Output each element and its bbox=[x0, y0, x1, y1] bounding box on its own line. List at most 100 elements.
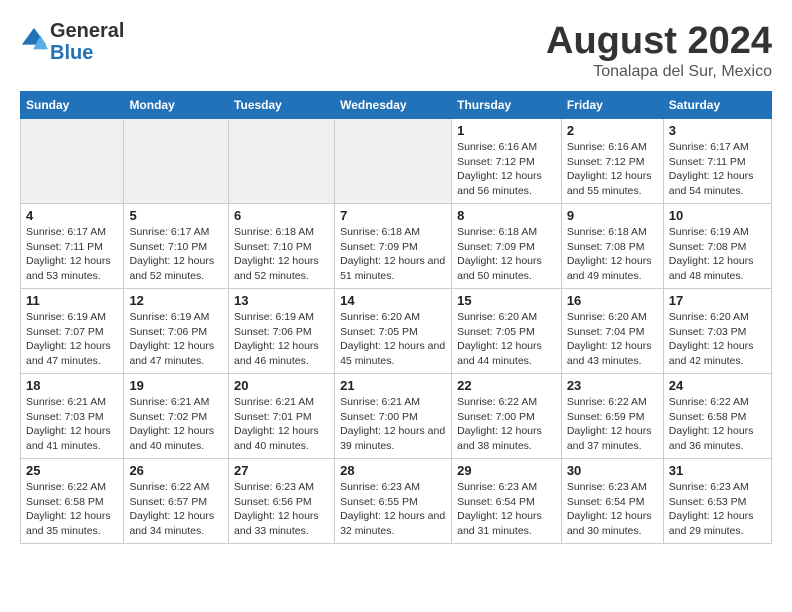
day-info: Sunrise: 6:19 AMSunset: 7:06 PMDaylight:… bbox=[234, 310, 329, 369]
calendar-cell: 23 Sunrise: 6:22 AMSunset: 6:59 PMDayligh… bbox=[561, 374, 663, 459]
weekday-header-friday: Friday bbox=[561, 92, 663, 119]
day-number: 1 bbox=[457, 123, 556, 138]
calendar-cell: 20 Sunrise: 6:21 AMSunset: 7:01 PMDayligh… bbox=[229, 374, 335, 459]
day-info: Sunrise: 6:23 AMSunset: 6:54 PMDaylight:… bbox=[567, 480, 658, 539]
day-info: Sunrise: 6:21 AMSunset: 7:00 PMDaylight:… bbox=[340, 395, 446, 454]
day-number: 4 bbox=[26, 208, 118, 223]
day-number: 3 bbox=[669, 123, 766, 138]
day-number: 22 bbox=[457, 378, 556, 393]
calendar-cell: 22 Sunrise: 6:22 AMSunset: 7:00 PMDayligh… bbox=[452, 374, 562, 459]
calendar-cell: 7 Sunrise: 6:18 AMSunset: 7:09 PMDaylight… bbox=[335, 204, 452, 289]
calendar-cell: 15 Sunrise: 6:20 AMSunset: 7:05 PMDayligh… bbox=[452, 289, 562, 374]
calendar-cell bbox=[21, 119, 124, 204]
day-number: 28 bbox=[340, 463, 446, 478]
day-number: 17 bbox=[669, 293, 766, 308]
calendar-cell: 29Sunrise: 6:23 AMSunset: 6:54 PMDayligh… bbox=[452, 459, 562, 544]
calendar-cell bbox=[229, 119, 335, 204]
day-info: Sunrise: 6:21 AMSunset: 7:03 PMDaylight:… bbox=[26, 395, 118, 454]
calendar-cell: 18 Sunrise: 6:21 AMSunset: 7:03 PMDayligh… bbox=[21, 374, 124, 459]
logo: General Blue bbox=[20, 20, 124, 64]
day-info: Sunrise: 6:20 AMSunset: 7:04 PMDaylight:… bbox=[567, 310, 658, 369]
calendar-cell: 21 Sunrise: 6:21 AMSunset: 7:00 PMDayligh… bbox=[335, 374, 452, 459]
calendar-cell: 9 Sunrise: 6:18 AMSunset: 7:08 PMDaylight… bbox=[561, 204, 663, 289]
day-number: 7 bbox=[340, 208, 446, 223]
week-row-3: 11 Sunrise: 6:19 AMSunset: 7:07 PMDayligh… bbox=[21, 289, 772, 374]
day-info: Sunrise: 6:22 AMSunset: 6:59 PMDaylight:… bbox=[567, 395, 658, 454]
day-info: Sunrise: 6:22 AMSunset: 6:58 PMDaylight:… bbox=[26, 480, 118, 539]
calendar-cell: 11 Sunrise: 6:19 AMSunset: 7:07 PMDayligh… bbox=[21, 289, 124, 374]
day-number: 13 bbox=[234, 293, 329, 308]
day-info: Sunrise: 6:22 AMSunset: 6:57 PMDaylight:… bbox=[129, 480, 223, 539]
day-number: 21 bbox=[340, 378, 446, 393]
calendar-cell: 13 Sunrise: 6:19 AMSunset: 7:06 PMDayligh… bbox=[229, 289, 335, 374]
calendar-cell: 8Sunrise: 6:18 AMSunset: 7:09 PMDaylight… bbox=[452, 204, 562, 289]
day-info: Sunrise: 6:23 AMSunset: 6:55 PMDaylight:… bbox=[340, 480, 446, 539]
title-block: August 2024 Tonalapa del Sur, Mexico bbox=[546, 20, 772, 81]
day-number: 18 bbox=[26, 378, 118, 393]
day-number: 29 bbox=[457, 463, 556, 478]
logo-blue: Blue bbox=[50, 42, 124, 64]
day-info: Sunrise: 6:17 AMSunset: 7:11 PMDaylight:… bbox=[669, 140, 766, 199]
calendar-cell: 4Sunrise: 6:17 AMSunset: 7:11 PMDaylight… bbox=[21, 204, 124, 289]
day-info: Sunrise: 6:22 AMSunset: 7:00 PMDaylight:… bbox=[457, 395, 556, 454]
day-number: 10 bbox=[669, 208, 766, 223]
calendar-cell: 30 Sunrise: 6:23 AMSunset: 6:54 PMDayligh… bbox=[561, 459, 663, 544]
calendar-cell: 28 Sunrise: 6:23 AMSunset: 6:55 PMDayligh… bbox=[335, 459, 452, 544]
month-year: August 2024 bbox=[546, 20, 772, 63]
day-number: 31 bbox=[669, 463, 766, 478]
weekday-header-monday: Monday bbox=[124, 92, 229, 119]
day-number: 27 bbox=[234, 463, 329, 478]
day-number: 30 bbox=[567, 463, 658, 478]
calendar-cell: 1 Sunrise: 6:16 AMSunset: 7:12 PMDaylight… bbox=[452, 119, 562, 204]
day-info: Sunrise: 6:19 AMSunset: 7:07 PMDaylight:… bbox=[26, 310, 118, 369]
calendar-cell: 27 Sunrise: 6:23 AMSunset: 6:56 PMDayligh… bbox=[229, 459, 335, 544]
day-number: 23 bbox=[567, 378, 658, 393]
location: Tonalapa del Sur, Mexico bbox=[546, 63, 772, 81]
calendar-cell: 26 Sunrise: 6:22 AMSunset: 6:57 PMDayligh… bbox=[124, 459, 229, 544]
day-number: 14 bbox=[340, 293, 446, 308]
calendar-cell bbox=[124, 119, 229, 204]
weekday-header-saturday: Saturday bbox=[663, 92, 771, 119]
calendar-cell: 16 Sunrise: 6:20 AMSunset: 7:04 PMDayligh… bbox=[561, 289, 663, 374]
day-number: 19 bbox=[129, 378, 223, 393]
day-info: Sunrise: 6:18 AMSunset: 7:08 PMDaylight:… bbox=[567, 225, 658, 284]
weekday-header-thursday: Thursday bbox=[452, 92, 562, 119]
week-row-2: 4Sunrise: 6:17 AMSunset: 7:11 PMDaylight… bbox=[21, 204, 772, 289]
day-info: Sunrise: 6:20 AMSunset: 7:05 PMDaylight:… bbox=[457, 310, 556, 369]
calendar-cell: 2Sunrise: 6:16 AMSunset: 7:12 PMDaylight… bbox=[561, 119, 663, 204]
calendar-cell: 10 Sunrise: 6:19 AMSunset: 7:08 PMDayligh… bbox=[663, 204, 771, 289]
day-number: 15 bbox=[457, 293, 556, 308]
calendar-cell: 17 Sunrise: 6:20 AMSunset: 7:03 PMDayligh… bbox=[663, 289, 771, 374]
weekday-header-sunday: Sunday bbox=[21, 92, 124, 119]
weekday-header-row: SundayMondayTuesdayWednesdayThursdayFrid… bbox=[21, 92, 772, 119]
weekday-header-tuesday: Tuesday bbox=[229, 92, 335, 119]
day-info: Sunrise: 6:20 AMSunset: 7:03 PMDaylight:… bbox=[669, 310, 766, 369]
day-info: Sunrise: 6:23 AMSunset: 6:56 PMDaylight:… bbox=[234, 480, 329, 539]
day-info: Sunrise: 6:19 AMSunset: 7:08 PMDaylight:… bbox=[669, 225, 766, 284]
day-info: Sunrise: 6:22 AMSunset: 6:58 PMDaylight:… bbox=[669, 395, 766, 454]
calendar-cell: 19Sunrise: 6:21 AMSunset: 7:02 PMDayligh… bbox=[124, 374, 229, 459]
page-header: General Blue August 2024 Tonalapa del Su… bbox=[20, 20, 772, 81]
day-number: 2 bbox=[567, 123, 658, 138]
calendar-cell: 3 Sunrise: 6:17 AMSunset: 7:11 PMDaylight… bbox=[663, 119, 771, 204]
calendar-cell: 25 Sunrise: 6:22 AMSunset: 6:58 PMDayligh… bbox=[21, 459, 124, 544]
day-info: Sunrise: 6:23 AMSunset: 6:53 PMDaylight:… bbox=[669, 480, 766, 539]
calendar-cell bbox=[335, 119, 452, 204]
day-number: 25 bbox=[26, 463, 118, 478]
day-info: Sunrise: 6:17 AMSunset: 7:10 PMDaylight:… bbox=[129, 225, 223, 284]
logo-general: General bbox=[50, 20, 124, 42]
day-number: 16 bbox=[567, 293, 658, 308]
day-number: 9 bbox=[567, 208, 658, 223]
week-row-5: 25 Sunrise: 6:22 AMSunset: 6:58 PMDayligh… bbox=[21, 459, 772, 544]
day-number: 11 bbox=[26, 293, 118, 308]
day-number: 20 bbox=[234, 378, 329, 393]
day-number: 26 bbox=[129, 463, 223, 478]
calendar-cell: 31 Sunrise: 6:23 AMSunset: 6:53 PMDayligh… bbox=[663, 459, 771, 544]
calendar-cell: 14Sunrise: 6:20 AMSunset: 7:05 PMDayligh… bbox=[335, 289, 452, 374]
calendar-cell: 6Sunrise: 6:18 AMSunset: 7:10 PMDaylight… bbox=[229, 204, 335, 289]
day-info: Sunrise: 6:21 AMSunset: 7:01 PMDaylight:… bbox=[234, 395, 329, 454]
day-info: Sunrise: 6:16 AMSunset: 7:12 PMDaylight:… bbox=[457, 140, 556, 199]
day-info: Sunrise: 6:18 AMSunset: 7:09 PMDaylight:… bbox=[340, 225, 446, 284]
day-info: Sunrise: 6:18 AMSunset: 7:09 PMDaylight:… bbox=[457, 225, 556, 284]
logo-icon bbox=[20, 26, 48, 54]
